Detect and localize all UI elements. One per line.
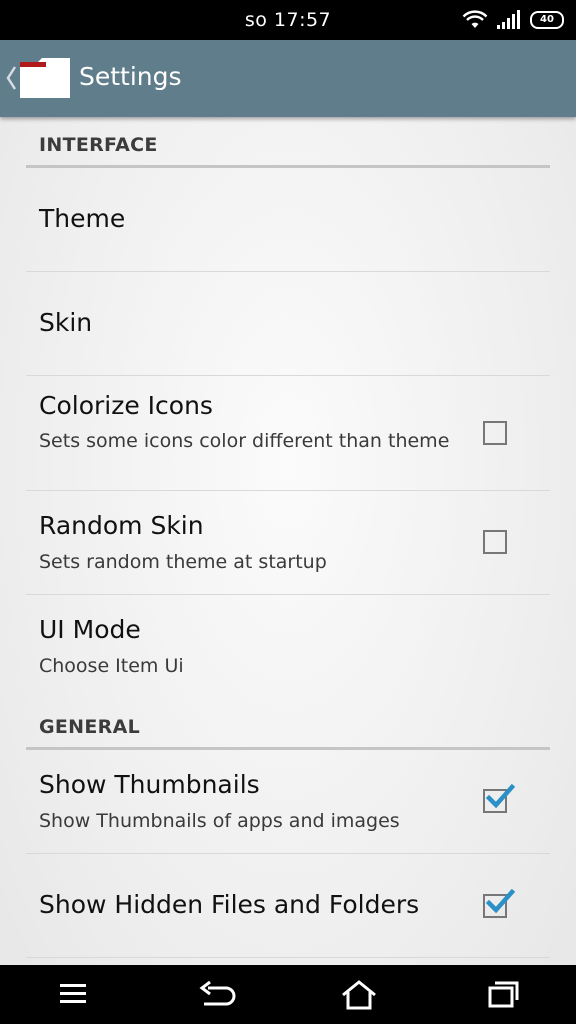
show-hidden-files-checkbox[interactable] [483,888,515,918]
section-header-interface: INTERFACE [26,117,550,168]
menu-icon[interactable] [58,979,88,1009]
pref-title: Theme [39,204,126,233]
status-bar: so 17:57 40 [0,0,576,40]
recents-icon[interactable] [486,979,520,1009]
pref-title: Show Hidden Files and Folders [39,890,420,919]
section-label: INTERFACE [39,134,158,156]
pref-title: Random Skin [39,511,204,540]
battery-level: 40 [540,14,554,25]
back-icon[interactable] [198,979,236,1009]
pref-theme[interactable]: Theme [26,168,550,272]
pref-show-thumbnails[interactable]: Show Thumbnails Show Thumbnails of apps … [26,750,550,854]
pref-show-hidden-files[interactable]: Show Hidden Files and Folders [26,854,550,958]
pref-random-skin[interactable]: Random Skin Sets random theme at startup [26,491,550,595]
checkmark-icon [485,888,515,914]
page-title: Settings [79,62,182,91]
checkmark-icon [485,783,515,809]
section-label: GENERAL [39,716,140,738]
show-thumbnails-checkbox[interactable] [483,783,515,813]
signal-icon [497,10,520,29]
home-icon[interactable] [340,979,378,1011]
navigation-bar [0,965,576,1024]
app-bar: Settings [0,40,576,117]
section-header-general: GENERAL [26,699,550,750]
pref-summary: Choose Item Ui [39,655,184,677]
pref-title: Show Thumbnails [39,770,260,799]
pref-summary: Sets some icons color different than the… [39,430,450,452]
pref-title: Skin [39,308,93,337]
folder-app-icon[interactable] [20,58,70,98]
pref-title: UI Mode [39,615,141,644]
colorize-icons-checkbox[interactable] [483,421,507,445]
settings-list: INTERFACE Theme Skin Colorize Icons Sets… [0,117,576,965]
battery-icon: 40 [530,11,564,29]
pref-summary: Show Thumbnails of apps and images [39,810,400,832]
random-skin-checkbox[interactable] [483,530,507,554]
up-chevron-icon[interactable] [4,64,18,92]
pref-ui-mode[interactable]: UI Mode Choose Item Ui [26,595,550,695]
pref-title: Colorize Icons [39,391,213,420]
pref-skin[interactable]: Skin [26,272,550,376]
pref-summary: Sets random theme at startup [39,551,327,573]
pref-colorize-icons[interactable]: Colorize Icons Sets some icons color dif… [26,376,550,491]
wifi-icon [462,10,488,28]
